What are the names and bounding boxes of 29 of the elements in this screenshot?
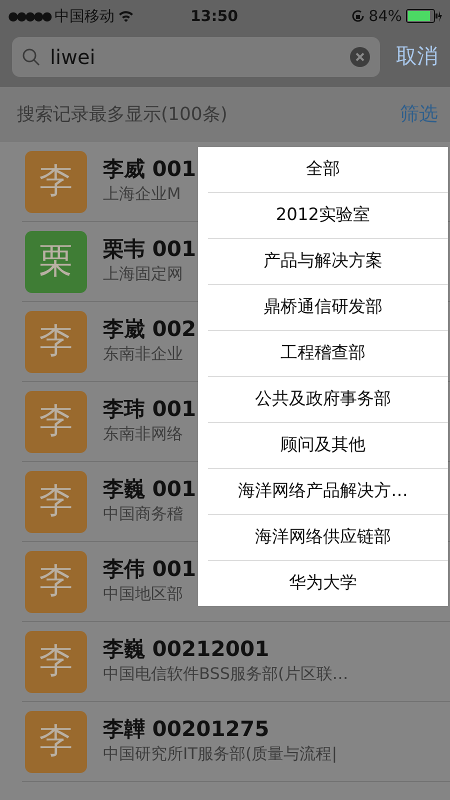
- avatar: 李: [25, 710, 87, 772]
- history-limit-note: 搜索记录最多显示(100条): [17, 103, 228, 127]
- avatar: 李: [25, 150, 87, 212]
- avatar: 栗: [25, 230, 87, 292]
- contact-department: 中国电信软件BSS服务部(片区联…: [103, 663, 348, 686]
- contact-department: 中国商务稽: [103, 503, 184, 526]
- contact-department: 上海企业M: [103, 183, 182, 206]
- clock-time: 13:50: [190, 6, 238, 27]
- contact-name: 李韡 00201275: [103, 716, 270, 742]
- contact-name: 李伟 001: [103, 556, 196, 582]
- contact-name: 李玮 001: [103, 396, 196, 422]
- avatar: 李: [25, 470, 87, 532]
- avatar: 李: [25, 630, 87, 692]
- contact-department: 东南非网络: [103, 423, 184, 446]
- contact-department: 中国研究所IT服务部(质量与流程|: [103, 743, 338, 766]
- avatar: 李: [25, 310, 87, 372]
- contact-name: 栗韦 001: [103, 236, 196, 262]
- signal-strength: ●●●●●: [8, 8, 50, 25]
- contact-name: 李巍 00212001: [103, 636, 270, 662]
- contact-department: 中国地区部: [103, 583, 184, 606]
- contact-name: 李巍 001: [103, 476, 196, 502]
- battery-percent: 84%: [368, 6, 402, 27]
- contact-department: 东南非企业: [103, 343, 184, 366]
- contact-name: 李崴 002: [103, 316, 196, 342]
- carrier-name: 中国移动: [54, 6, 114, 27]
- avatar: 李: [25, 550, 87, 612]
- contact-department: 上海固定网: [103, 263, 184, 286]
- contact-name: 李威 001: [103, 156, 196, 182]
- avatar: 李: [25, 390, 87, 452]
